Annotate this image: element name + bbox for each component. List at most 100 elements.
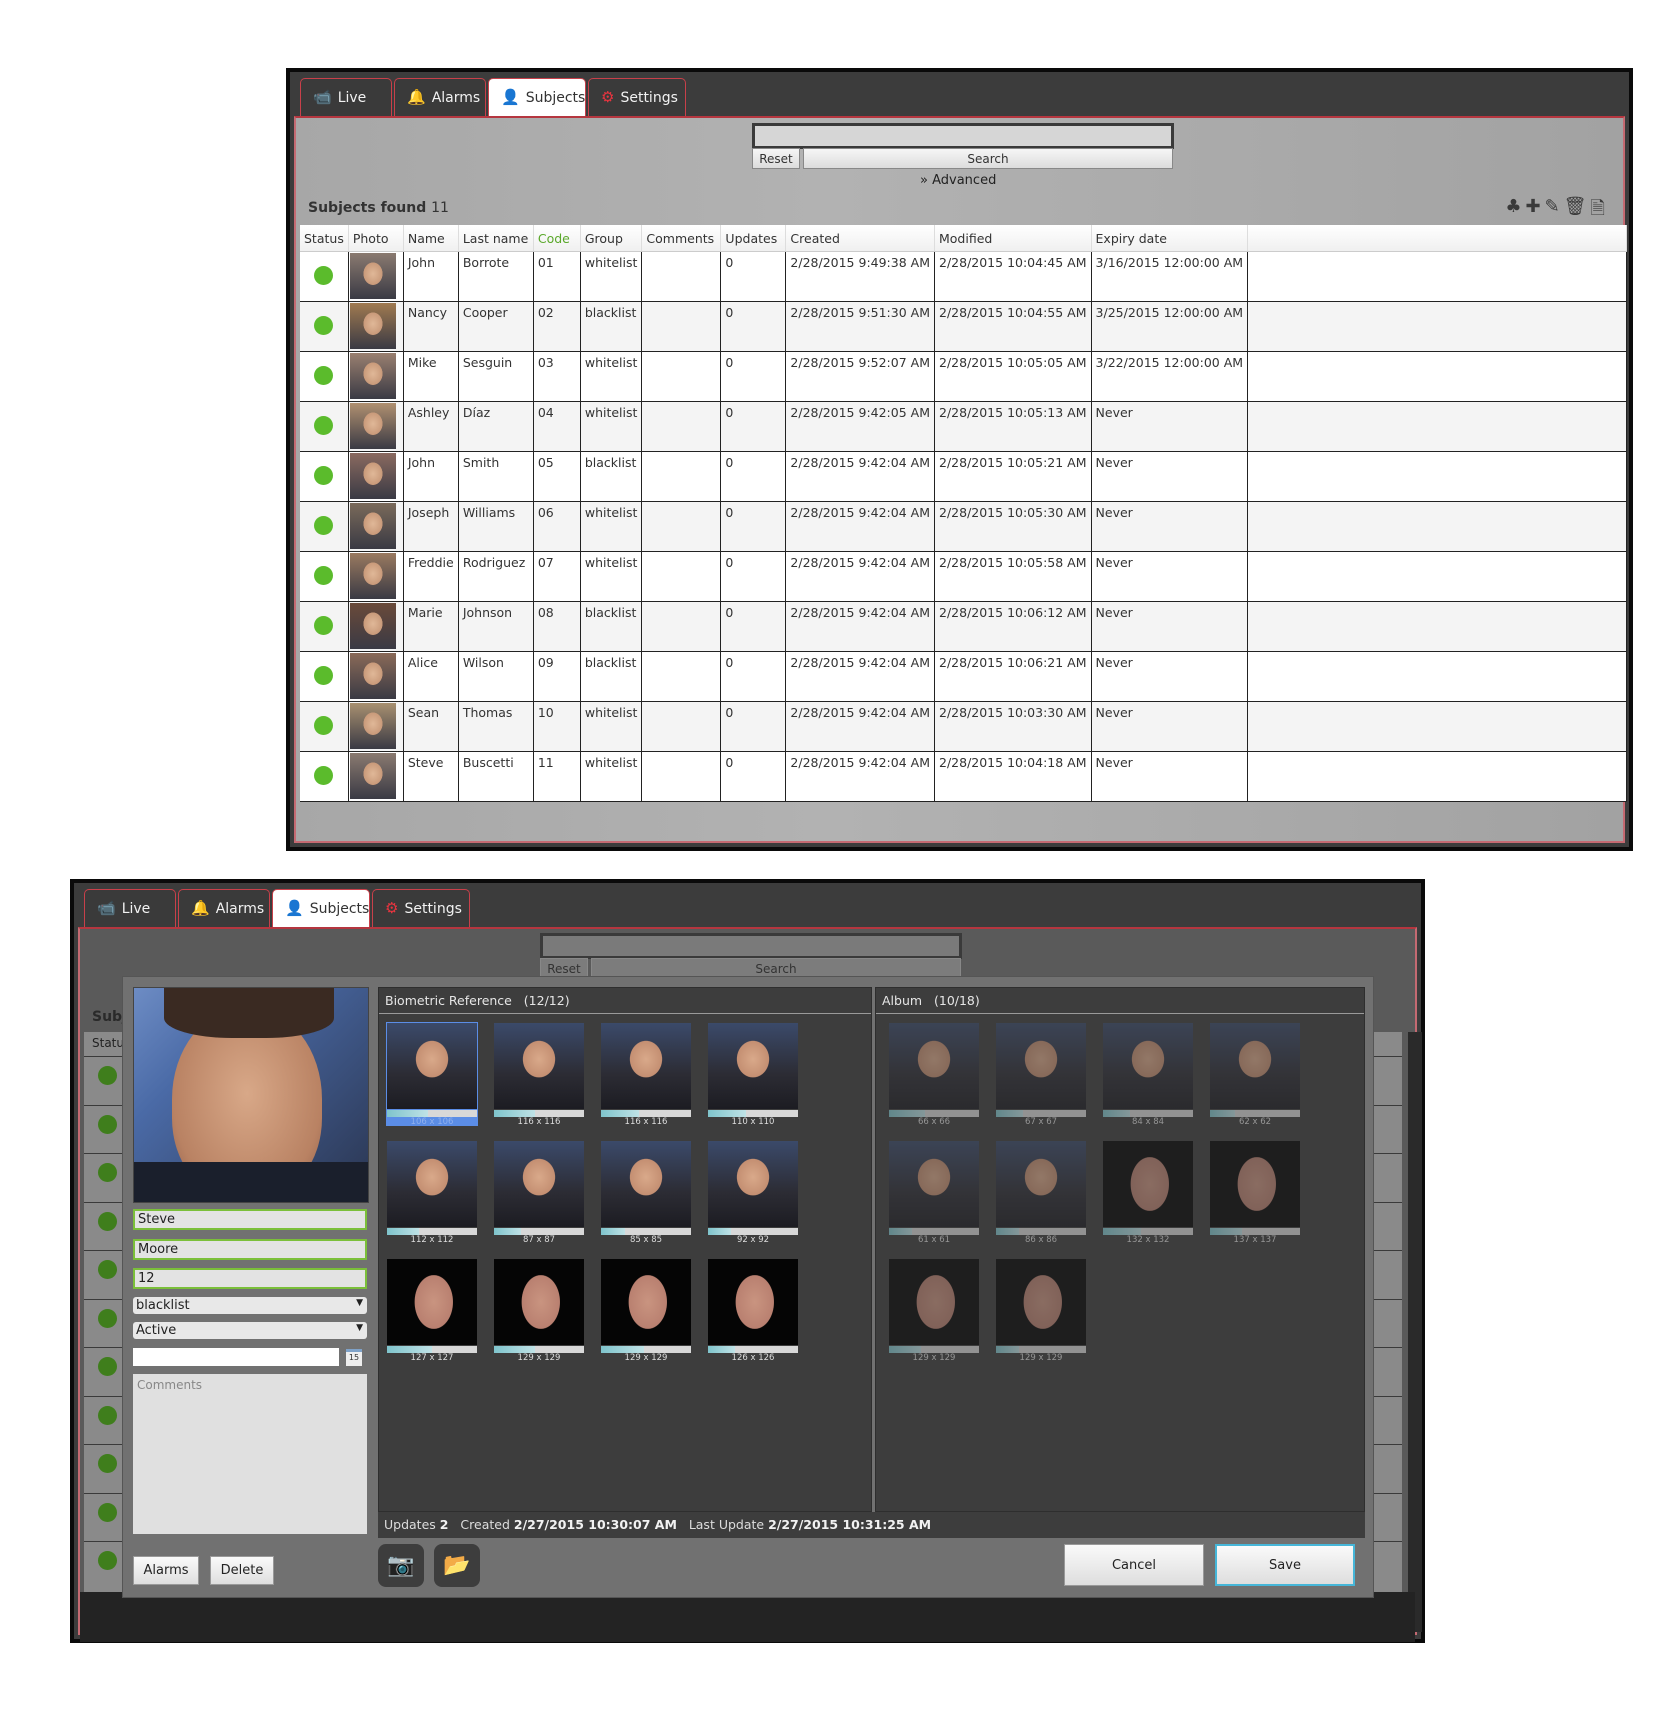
quality-bar [387,1346,477,1353]
photo-cell [347,751,404,802]
group-icon[interactable]: ♣ [1505,196,1521,226]
capture-from-camera-button[interactable]: 📷 [378,1544,424,1587]
column-header-status[interactable]: Status [300,225,349,252]
face-thumbnail[interactable]: 112 x 112 [386,1140,478,1245]
column-filler [1247,225,1627,252]
search-button[interactable]: Search [803,148,1173,169]
pdf-export-icon[interactable]: 🗎 [1591,196,1605,226]
code-field[interactable]: 12 [133,1268,367,1289]
tab-settings[interactable]: ⚙ Settings [372,889,470,927]
thumbnail-size-label: 86 x 86 [1024,1235,1058,1245]
table-row[interactable]: John Smith 05 blacklist 0 2/28/2015 9:42:04 A… [300,451,1627,502]
group-select[interactable]: blacklist ▼ [133,1297,367,1314]
face-thumbnail[interactable]: 106 x 106 [386,1022,478,1127]
face-thumbnail[interactable]: 84 x 84 [1102,1022,1194,1127]
add-icon[interactable]: ✚ [1525,196,1540,226]
face-thumbnail[interactable]: 129 x 129 [995,1258,1087,1363]
column-header-last-name[interactable]: Last name [458,225,534,252]
face-thumbnail[interactable]: 86 x 86 [995,1140,1087,1245]
column-header-expiry-date[interactable]: Expiry date [1091,225,1249,252]
reset-button[interactable]: Reset [752,148,800,169]
tab-live[interactable]: 📹 Live [84,889,176,927]
face-thumbnail[interactable]: 129 x 129 [600,1258,692,1363]
face-thumbnail[interactable]: 116 x 116 [600,1022,692,1127]
tab-subjects[interactable]: 👤 Subjects [488,78,586,116]
table-row[interactable]: Ashley Díaz 04 whitelist 0 2/28/2015 9:42:05 … [300,401,1627,452]
face-thumbnail[interactable]: 129 x 129 [888,1258,980,1363]
face-thumbnail[interactable]: 62 x 62 [1209,1022,1301,1127]
tab-subjects[interactable]: 👤 Subjects [272,889,370,927]
table-row[interactable]: Freddie Rodriguez 07 whitelist 0 2/28/2015 9:… [300,551,1627,602]
tab-live[interactable]: 📹 Live [300,78,392,116]
expiry-date-field[interactable] [133,1348,339,1366]
open-folder-button[interactable]: 📂 [434,1544,480,1587]
first-name-field[interactable]: Steve [133,1209,367,1230]
cell-name: John [402,451,459,502]
save-button[interactable]: Save [1215,1544,1355,1586]
table-scrollbar[interactable] [1408,1032,1422,1632]
cell-comments [641,301,722,352]
table-row[interactable]: Joseph Williams 06 whitelist 0 2/28/2015 9:42… [300,501,1627,552]
calendar-icon[interactable]: 15 [346,1349,362,1366]
status-active-icon [314,515,334,535]
delete-icon[interactable]: 🗑 [1564,196,1587,226]
advanced-toggle[interactable]: » Advanced [920,173,996,188]
column-header-comments[interactable]: Comments [641,225,722,252]
cell-code: 05 [532,451,581,502]
table-row[interactable]: Marie Johnson 08 blacklist 0 2/28/2015 9:42:0… [300,601,1627,652]
delete-button[interactable]: Delete [210,1556,274,1585]
face-thumbnail[interactable]: 61 x 61 [888,1140,980,1245]
last-name-field[interactable]: Moore [133,1239,367,1260]
status-select[interactable]: Active ▼ [133,1322,367,1339]
table-row[interactable]: Steve Buscetti 11 whitelist 0 2/28/2015 9:42:… [300,751,1627,802]
face-thumbnail[interactable]: 126 x 126 [707,1258,799,1363]
tab-alarms[interactable]: 🔔 Alarms [178,889,270,927]
photo-cell [347,651,404,702]
photo-cell [347,451,404,502]
cell-comments [641,601,722,652]
face-thumbnail[interactable]: 116 x 116 [493,1022,585,1127]
cell-filler [1247,451,1627,502]
table-row[interactable]: Nancy Cooper 02 blacklist 0 2/28/2015 9:51:30… [300,301,1627,352]
table-row[interactable]: Alice Wilson 09 blacklist 0 2/28/2015 9:42:04… [300,651,1627,702]
status-active-icon [98,1308,117,1328]
comments-field[interactable]: Comments [133,1374,367,1534]
table-row[interactable]: Mike Sesguin 03 whitelist 0 2/28/2015 9:52:07… [300,351,1627,402]
face-thumbnail[interactable]: 66 x 66 [888,1022,980,1127]
person-icon: 👤 [501,88,520,106]
cell-code: 06 [532,501,581,552]
column-header-group[interactable]: Group [580,225,643,252]
cell-modified: 2/28/2015 10:06:21 AM [934,651,1092,702]
column-header-code[interactable]: Code [533,225,581,252]
face-thumbnail[interactable]: 85 x 85 [600,1140,692,1245]
cell-filler [1247,401,1627,452]
table-row[interactable]: Sean Thomas 10 whitelist 0 2/28/2015 9:42:04 … [300,701,1627,752]
column-header-created[interactable]: Created [785,225,935,252]
search-input[interactable] [752,123,1174,149]
cancel-button[interactable]: Cancel [1064,1544,1204,1586]
tab-alarms[interactable]: 🔔 Alarms [394,78,486,116]
status-cell [300,301,349,352]
face-thumbnail[interactable]: 110 x 110 [707,1022,799,1127]
quality-bar [494,1110,584,1117]
column-header-name[interactable]: Name [403,225,459,252]
face-thumbnail[interactable]: 67 x 67 [995,1022,1087,1127]
edit-icon[interactable]: ✎ [1545,196,1560,226]
column-header-modified[interactable]: Modified [934,225,1092,252]
cell-created: 2/28/2015 9:42:05 AM [785,401,935,452]
column-header-photo[interactable]: Photo [348,225,404,252]
face-image [387,1023,477,1109]
tab-settings[interactable]: ⚙ Settings [588,78,686,116]
face-thumbnail[interactable]: 87 x 87 [493,1140,585,1245]
face-thumbnail[interactable]: 132 x 132 [1102,1140,1194,1245]
face-thumbnail[interactable]: 127 x 127 [386,1258,478,1363]
search-input[interactable] [540,933,962,959]
cell-last: Cooper [457,301,534,352]
face-thumbnail[interactable]: 129 x 129 [493,1258,585,1363]
quality-bar [996,1110,1086,1117]
face-thumbnail[interactable]: 137 x 137 [1209,1140,1301,1245]
table-row[interactable]: John Borrote 01 whitelist 0 2/28/2015 9:49:38… [300,251,1627,302]
face-thumbnail[interactable]: 92 x 92 [707,1140,799,1245]
alarms-button[interactable]: Alarms [133,1556,199,1585]
column-header-updates[interactable]: Updates [720,225,787,252]
